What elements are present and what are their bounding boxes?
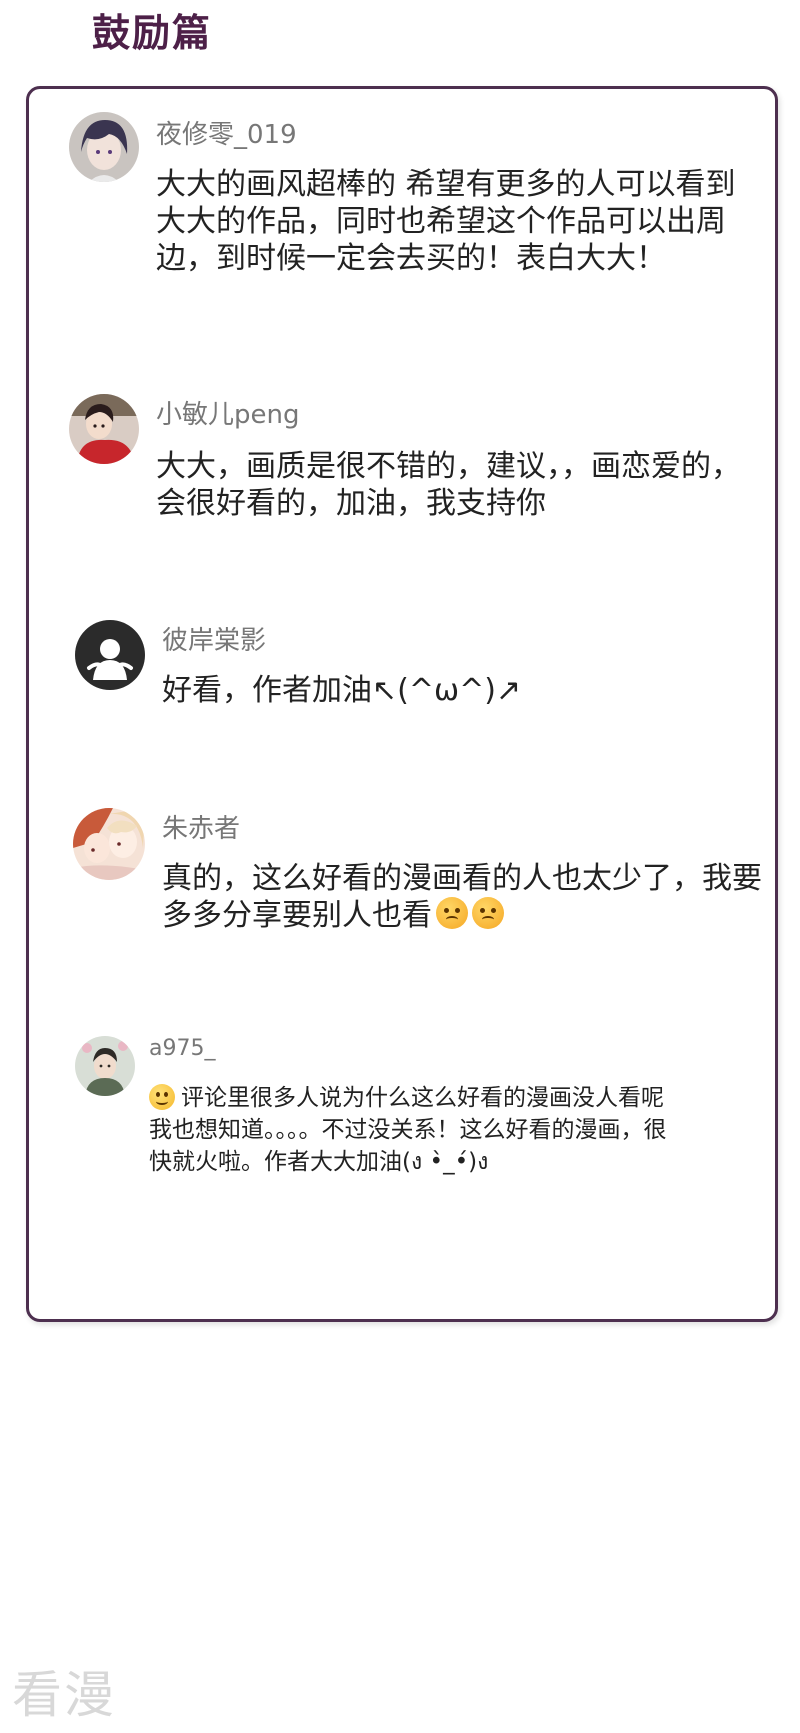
comment-text: 大大的画风超棒的 希望有更多的人可以看到大大的作品，同时也希望这个作品可以出周边… [156,167,736,276]
angry-face-icon [472,897,504,929]
username[interactable]: 小敏儿peng [156,394,299,431]
username[interactable]: a975_ [149,1036,215,1061]
comment-text-line1: 评论里很多人说为什么这么好看的漫画没人看呢 [181,1085,664,1111]
avatar-default-silhouette-icon [75,620,145,690]
watermark-logo: 看漫 [12,1666,116,1724]
smiling-face-icon [149,1084,175,1110]
username[interactable]: 彼岸棠影 [162,620,266,657]
angry-face-icon [436,897,468,929]
avatar[interactable] [75,1036,135,1096]
avatar-boy-flowers-icon [75,1036,135,1096]
avatar-dark-haired-boy-icon [69,112,139,182]
page-title: 鼓励篇 [92,10,213,55]
avatar-girl-red-outfit-icon [69,394,139,464]
comment-text: 大大，画质是很不错的，建议，，画恋爱的，会很好看的，加油，我支持你 [156,449,741,521]
avatar[interactable] [73,808,145,880]
comment-text: 真的，这么好看的漫画看的人也太少了，我要多多分享要别人也看 [162,860,762,934]
comment-text-line2: 我也想知道。。。。不过没关系！这么好看的漫画，很快就火啦。作者大大加油(ง •̀… [149,1117,667,1175]
comment-text: 好看，作者加油↖(^ω^)↗ [162,673,522,708]
comment-text: 评论里很多人说为什么这么好看的漫画没人看呢 我也想知道。。。。不过没关系！这么好… [149,1082,669,1178]
username[interactable]: 朱赤者 [162,808,240,845]
avatar-anime-couple-icon [73,808,145,880]
avatar[interactable] [75,620,145,690]
avatar[interactable] [69,112,139,182]
avatar[interactable] [69,394,139,464]
username[interactable]: 夜修零_019 [156,114,297,151]
